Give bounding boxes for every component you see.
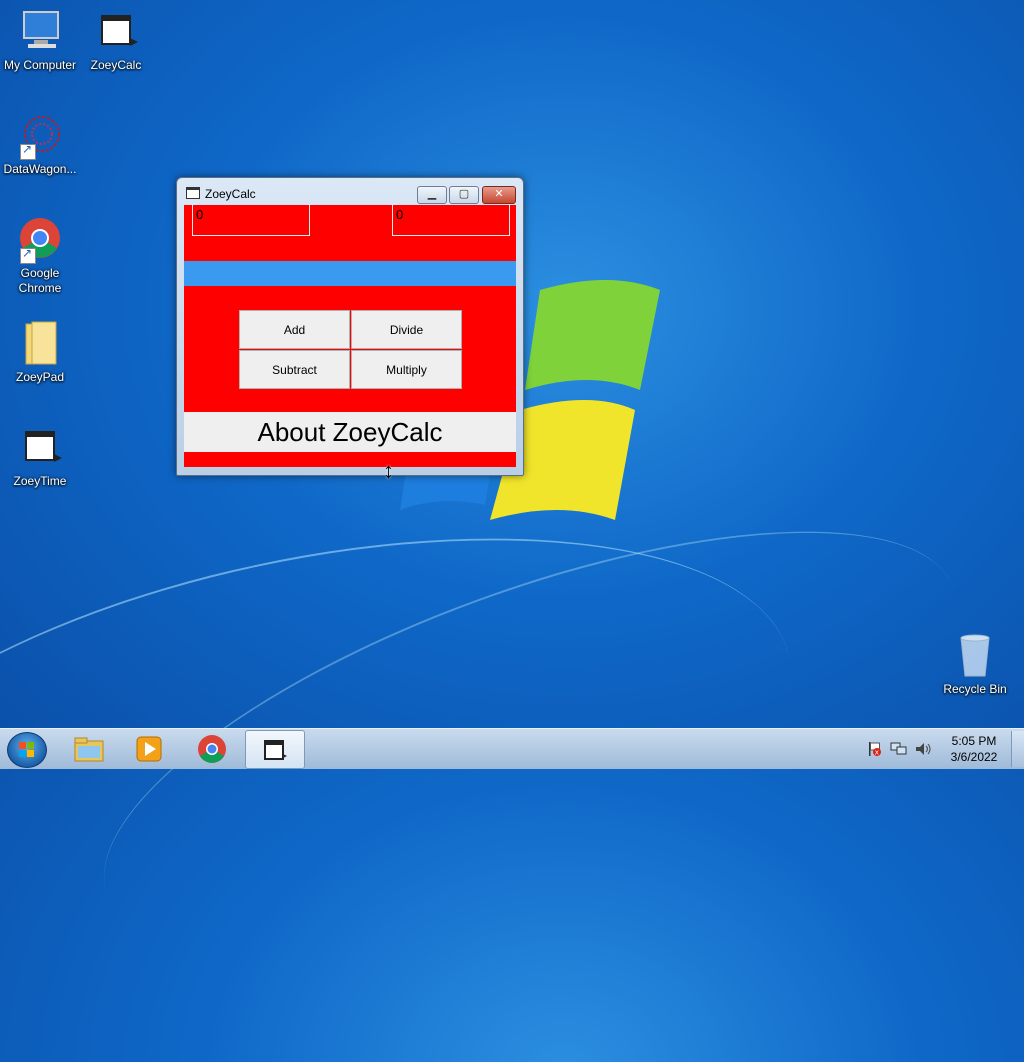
desktop-icon-label: ZoeyPad	[15, 370, 65, 384]
action-center-flag-icon[interactable]: x	[866, 741, 882, 757]
zoeycalc-taskbar-icon	[264, 739, 287, 760]
desktop-icon-zoeypad[interactable]: ZoeyPad	[0, 320, 80, 385]
divide-button[interactable]: Divide	[351, 310, 462, 349]
explorer-icon	[74, 737, 104, 761]
computer-icon	[16, 8, 64, 56]
desktop-icon-label: ZoeyCalc	[90, 58, 142, 72]
taskbar-media-player[interactable]	[120, 730, 178, 767]
calculator-panel: 0 0 Add Divide Subtract Multiply About Z…	[184, 205, 516, 467]
windows-flag-icon	[19, 742, 35, 758]
app-window-icon	[186, 187, 200, 199]
close-icon: ✕	[494, 188, 504, 200]
subtract-button[interactable]: Subtract	[239, 350, 350, 389]
multiply-button[interactable]: Multiply	[351, 350, 462, 389]
minimize-icon: ▁	[427, 188, 437, 200]
desktop-icon-my-computer[interactable]: My Computer	[0, 8, 80, 73]
show-desktop-button[interactable]	[1011, 731, 1024, 767]
volume-icon[interactable]	[914, 741, 932, 757]
taskbar-zoeycalc[interactable]	[245, 730, 305, 769]
chrome-icon	[198, 734, 226, 763]
clock-time: 5:05 PM	[951, 734, 997, 748]
window-title: ZoeyCalc	[205, 187, 256, 201]
recycle-bin-icon	[951, 632, 999, 680]
desktop-icon-zoeytime[interactable]: ZoeyTime	[0, 424, 80, 489]
network-icon[interactable]	[890, 741, 908, 757]
taskbar: x 5:05 PM 3/6/2022	[0, 728, 1024, 769]
taskbar-explorer[interactable]	[60, 730, 118, 767]
add-button[interactable]: Add	[239, 310, 350, 349]
datawagon-icon	[16, 112, 64, 160]
first-number-input[interactable]: 0	[192, 205, 310, 236]
app-window-icon	[92, 8, 140, 56]
desktop-icon-label: Google Chrome	[18, 266, 62, 295]
desktop-icon-google-chrome[interactable]: Google Chrome	[0, 216, 80, 296]
desktop-icon-recycle-bin[interactable]: Recycle Bin	[935, 632, 1015, 697]
desktop-icon-zoeycalc[interactable]: ZoeyCalc	[76, 8, 156, 73]
system-clock[interactable]: 5:05 PM 3/6/2022	[940, 733, 1008, 765]
chrome-icon	[16, 216, 64, 264]
about-button[interactable]: About ZoeyCalc	[184, 412, 516, 452]
desktop-icon-label: My Computer	[3, 58, 77, 72]
maximize-button[interactable]: ▢	[449, 186, 479, 204]
minimize-button[interactable]: ▁	[417, 186, 447, 204]
desktop-icon-datawagon[interactable]: DataWagon...	[0, 112, 80, 177]
shortcut-arrow-icon	[20, 142, 36, 160]
app-window-icon	[16, 424, 64, 472]
desktop-icon-label: ZoeyTime	[13, 474, 67, 488]
window-titlebar[interactable]: ZoeyCalc ▁ ▢ ✕	[177, 178, 523, 206]
clock-date: 3/6/2022	[950, 750, 998, 764]
start-button[interactable]	[7, 732, 47, 768]
shortcut-arrow-icon	[20, 246, 36, 264]
second-number-input[interactable]: 0	[392, 205, 510, 236]
zoeycalc-window[interactable]: ZoeyCalc ▁ ▢ ✕ 0 0 Add Divide Subtract M…	[176, 177, 524, 476]
svg-text:x: x	[875, 749, 879, 757]
taskbar-chrome[interactable]	[183, 730, 241, 767]
close-button[interactable]: ✕	[482, 186, 516, 204]
result-bar	[184, 261, 516, 286]
maximize-icon: ▢	[458, 188, 470, 200]
desktop-icon-label: DataWagon...	[3, 162, 77, 176]
desktop-icon-label: Recycle Bin	[943, 682, 1007, 696]
media-player-icon	[136, 736, 162, 761]
folder-icon	[16, 320, 64, 368]
resize-cursor-icon: ↕	[383, 458, 394, 483]
